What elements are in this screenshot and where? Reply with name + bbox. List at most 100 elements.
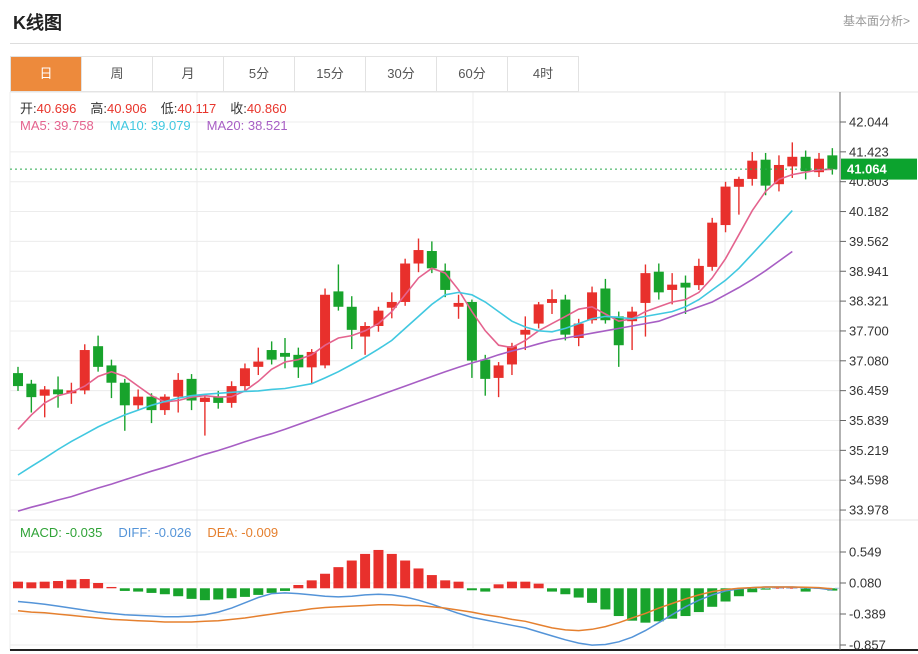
open-label: 开:	[20, 101, 37, 116]
candle-body	[640, 273, 650, 303]
macd-bar	[173, 588, 183, 596]
ma-legend: MA5: 39.758MA10: 39.079MA20: 38.521	[20, 118, 288, 133]
macd-bar	[681, 588, 691, 616]
macd-bar	[640, 588, 650, 622]
macd-tick-label: -0.389	[849, 607, 886, 622]
macd-bar	[307, 580, 317, 588]
macd-bar	[574, 588, 584, 597]
macd-bar	[26, 582, 36, 588]
macd-tick-label: -0.857	[849, 638, 886, 653]
diff-value: DIFF: -0.026	[118, 525, 191, 540]
macd-bar	[480, 588, 490, 591]
candle-body	[787, 157, 797, 167]
candle-body	[747, 161, 757, 179]
candle-body	[280, 353, 290, 357]
price-tick-label: 42.044	[849, 115, 889, 130]
price-tick-label: 36.459	[849, 383, 889, 398]
candle-body	[160, 397, 170, 410]
macd-bar	[133, 588, 143, 591]
macd-bar	[560, 588, 570, 594]
high-value: 40.906	[107, 101, 147, 116]
macd-bar	[120, 588, 130, 591]
candle-body	[494, 365, 504, 377]
macd-bar	[333, 567, 343, 588]
macd-bar	[213, 588, 223, 599]
price-tick-label: 35.219	[849, 443, 889, 458]
ma-lines	[18, 169, 832, 511]
diff-line	[18, 587, 832, 645]
candle-body	[93, 346, 103, 367]
macd-bar	[13, 582, 23, 589]
macd-tick-label: 0.549	[849, 545, 882, 560]
macd-bar	[200, 588, 210, 600]
macd-bar	[187, 588, 197, 599]
macd-bar	[387, 554, 397, 588]
candle-body	[454, 303, 464, 307]
candle-body	[240, 368, 250, 386]
macd-bar	[147, 588, 157, 593]
macd-bar	[600, 588, 610, 609]
ma10-value: MA10: 39.079	[110, 118, 191, 133]
macd-bar	[534, 584, 544, 589]
price-tick-label: 38.941	[849, 264, 889, 279]
candle-body	[547, 299, 557, 303]
low-label: 低:	[161, 101, 178, 116]
macd-bar	[614, 588, 624, 616]
candle-body	[734, 179, 744, 187]
candle-body	[147, 397, 157, 410]
macd-value: MACD: -0.035	[20, 525, 102, 540]
candle-body	[774, 165, 784, 184]
price-tick-label: 39.562	[849, 234, 889, 249]
price-tick-label: 37.080	[849, 353, 889, 368]
candle-body	[507, 346, 517, 364]
price-tick-label: 35.839	[849, 413, 889, 428]
macd-bar	[40, 582, 50, 589]
macd-bar	[454, 582, 464, 589]
price-tick-label: 41.423	[849, 144, 889, 159]
macd-bar	[440, 580, 450, 588]
price-tick-label: 33.978	[849, 503, 889, 518]
candle-body	[13, 373, 23, 386]
macd-bar	[494, 584, 504, 588]
candle-body	[347, 307, 357, 330]
candle-body	[667, 285, 677, 290]
macd-bar	[320, 574, 330, 589]
macd-bar	[267, 588, 277, 593]
current-price-badge: 41.064	[841, 159, 917, 180]
macd-bar	[747, 588, 757, 592]
macd-layer	[13, 550, 840, 645]
macd-bar	[467, 588, 477, 590]
price-tick-label: 34.598	[849, 473, 889, 488]
macd-bar	[80, 579, 90, 588]
macd-bar	[93, 583, 103, 588]
candle-body	[694, 266, 704, 285]
macd-bar	[400, 561, 410, 589]
price-tick-label: 38.321	[849, 294, 889, 309]
macd-bar	[654, 588, 664, 621]
candle-body	[293, 355, 303, 367]
macd-bar	[414, 568, 424, 588]
candle-body	[173, 380, 183, 397]
candle-body	[520, 330, 530, 335]
high-label: 高:	[90, 101, 107, 116]
candle-body	[721, 187, 731, 225]
macd-bar	[520, 582, 530, 589]
candle-body	[53, 389, 63, 394]
candle-body	[320, 295, 330, 366]
ma5-value: MA5: 39.758	[20, 118, 94, 133]
candle-body	[253, 362, 263, 367]
macd-bar	[227, 588, 237, 598]
candle-body	[427, 251, 437, 268]
price-tick-label: 37.700	[849, 323, 889, 338]
candle-body	[414, 250, 424, 263]
candle-body	[707, 223, 717, 267]
macd-bar	[347, 561, 357, 589]
macd-bar	[587, 588, 597, 603]
kline-page: K线图 基本面分析> 日 周 月 5分 15分 30分 60分 4时 42.04…	[0, 0, 918, 654]
current-price-label: 41.064	[847, 162, 888, 177]
candle-body	[480, 360, 490, 379]
candle-body	[267, 350, 277, 360]
macd-bar	[373, 550, 383, 588]
price-tick-label: 40.182	[849, 204, 889, 219]
ma-line-ma10	[18, 211, 792, 475]
